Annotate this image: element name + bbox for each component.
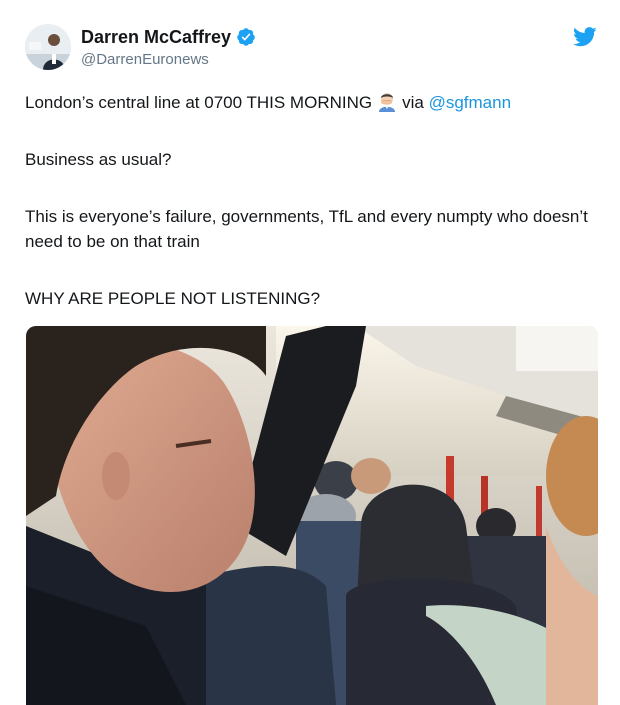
tweet-photo[interactable] xyxy=(26,326,598,705)
tweet-header: Darren McCaffrey @DarrenEuronews xyxy=(25,22,600,78)
line1-via: via xyxy=(402,93,424,112)
twitter-bird-icon[interactable] xyxy=(573,26,597,48)
tweet-card: Darren McCaffrey @DarrenEuronews London’… xyxy=(0,0,620,705)
author-names: Darren McCaffrey @DarrenEuronews xyxy=(81,25,256,68)
crowded-train-photo-image xyxy=(26,326,598,705)
avatar-image xyxy=(25,24,71,70)
display-name-row: Darren McCaffrey xyxy=(81,25,256,49)
tweet-line-4: WHY ARE PEOPLE NOT LISTENING? xyxy=(25,289,321,308)
man-facepalming-emoji-icon xyxy=(376,90,398,112)
avatar[interactable] xyxy=(25,24,71,70)
verified-badge-icon xyxy=(236,27,256,47)
tweet-line-2: Business as usual? xyxy=(25,150,172,169)
author-display-name[interactable]: Darren McCaffrey xyxy=(81,27,231,48)
author-handle[interactable]: @DarrenEuronews xyxy=(81,51,256,68)
line1-text: London’s central line at 0700 THIS MORNI… xyxy=(25,93,373,112)
tweet-line-3: This is everyone’s failure, governments,… xyxy=(25,207,588,251)
tweet-line-1: London’s central line at 0700 THIS MORNI… xyxy=(25,90,511,115)
mention-link[interactable]: @sgfmann xyxy=(429,93,511,112)
